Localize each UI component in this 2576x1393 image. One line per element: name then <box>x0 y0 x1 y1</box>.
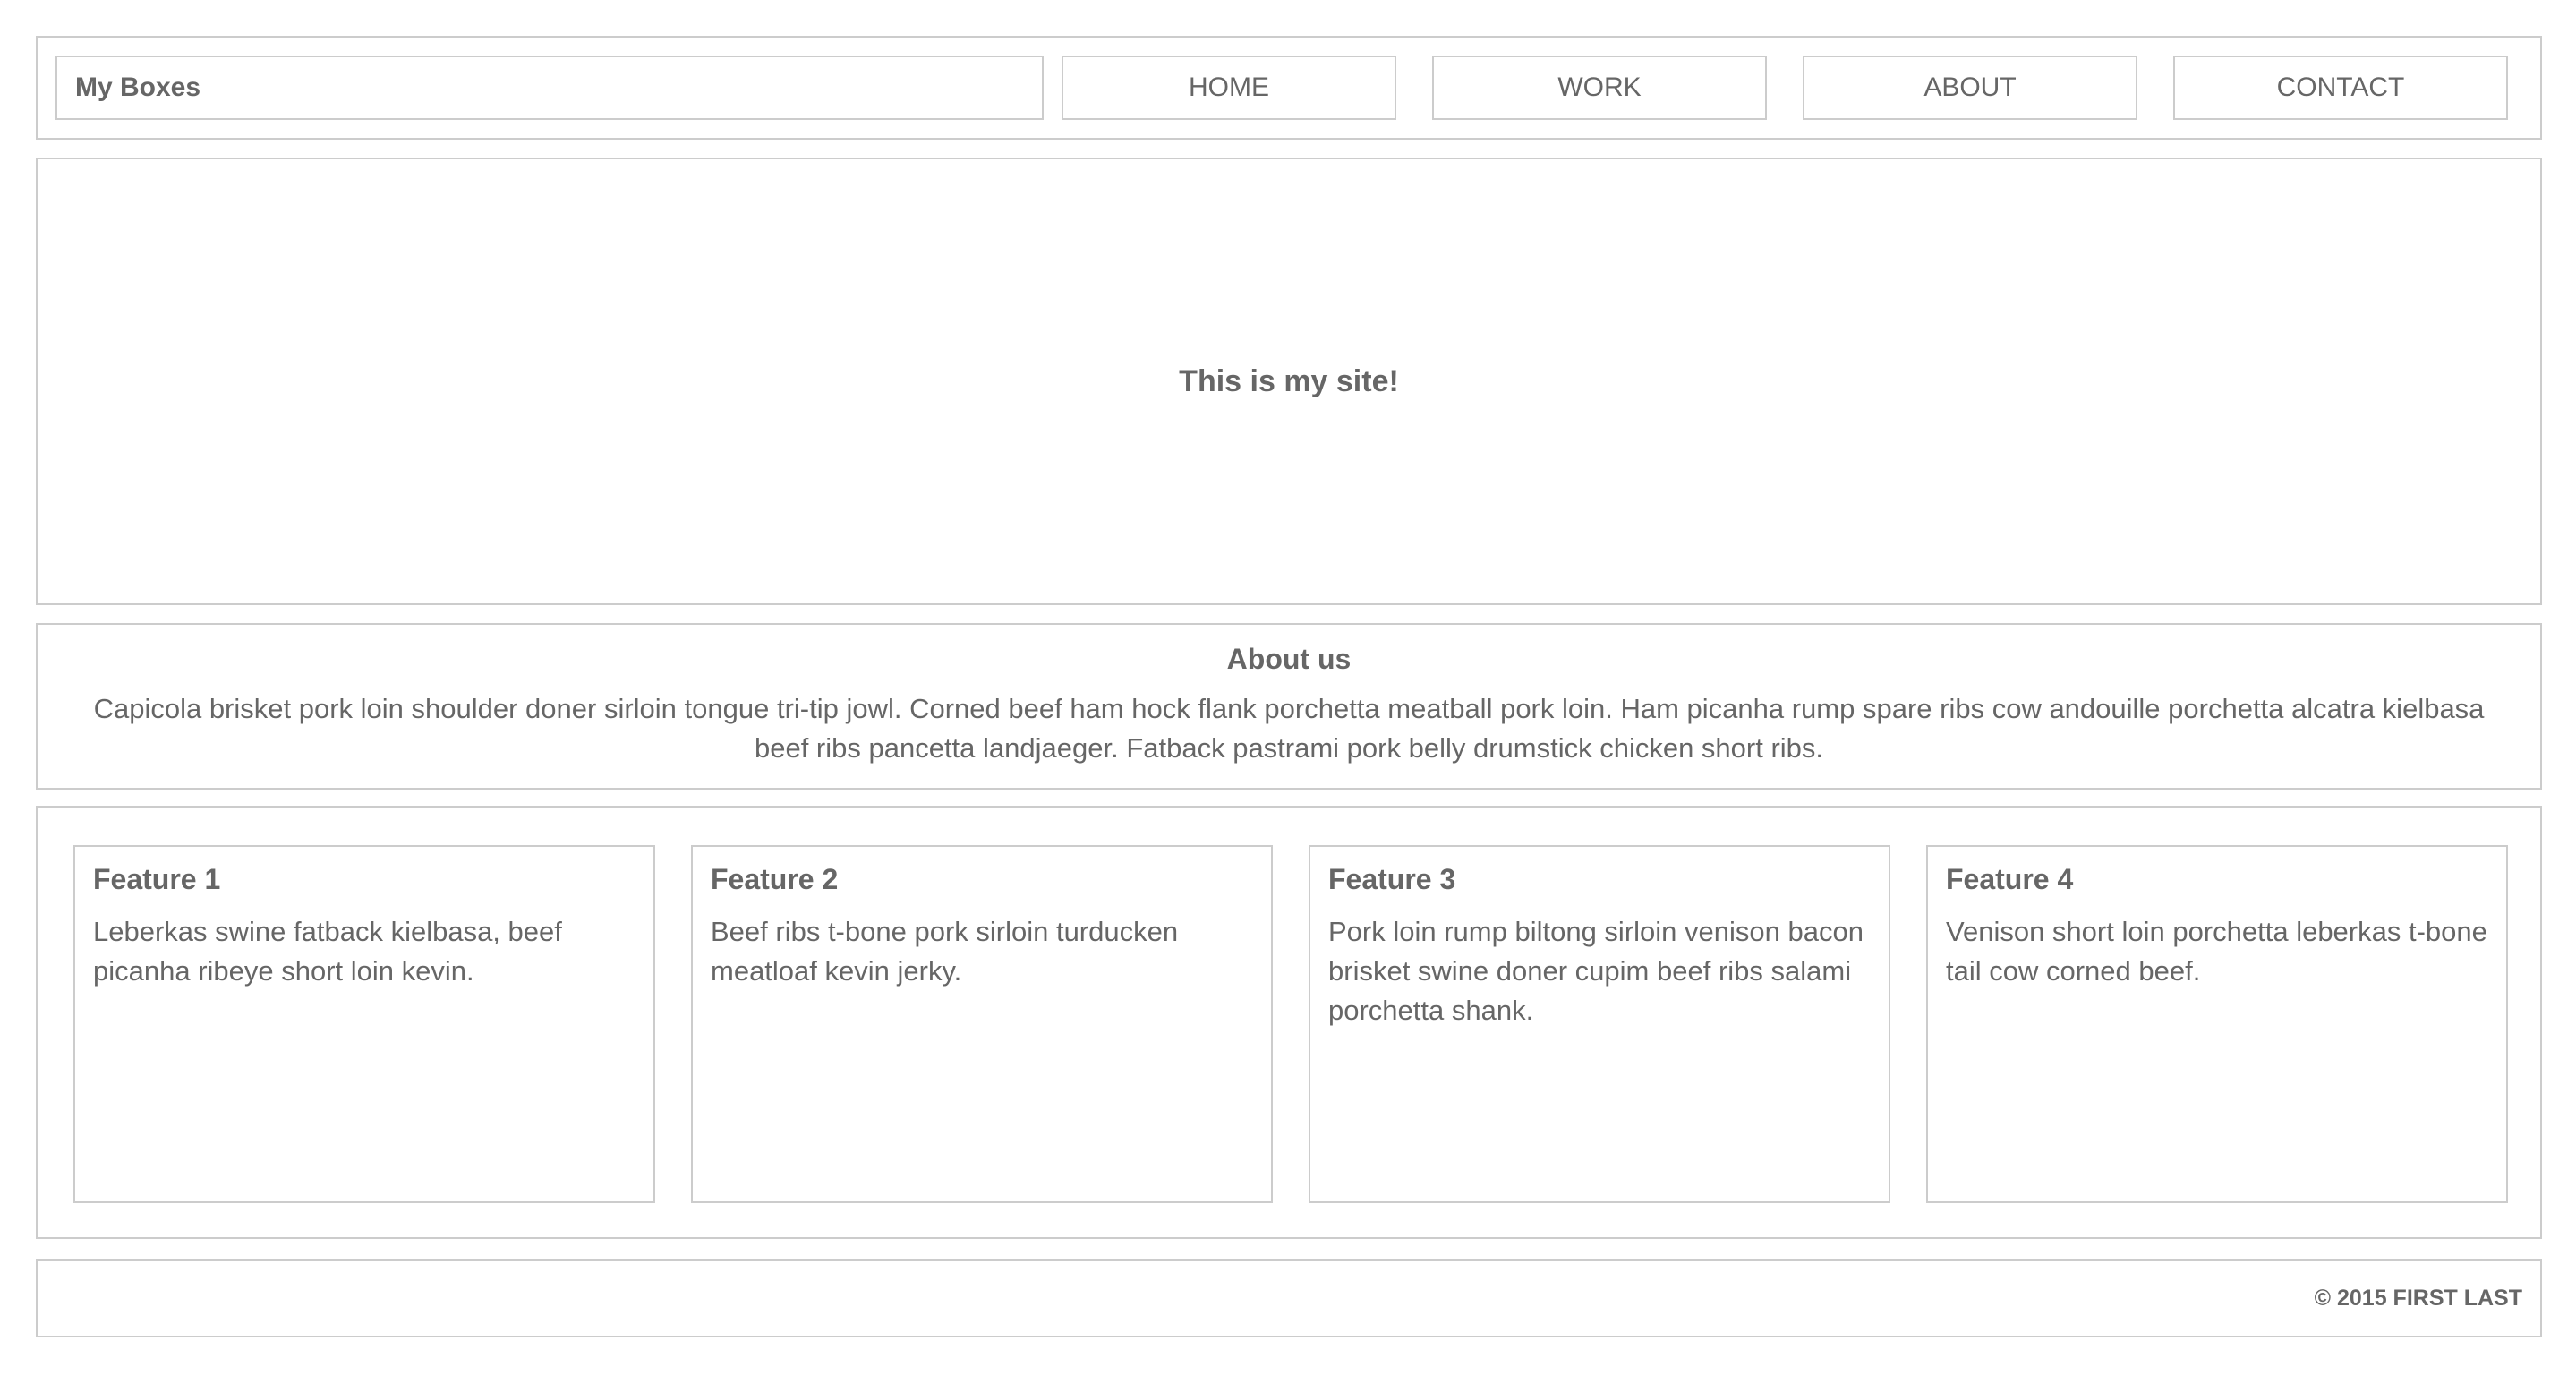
site-footer: © 2015 FIRST LAST <box>36 1259 2542 1337</box>
hero-section: This is my site! <box>36 158 2542 605</box>
feature-title: Feature 4 <box>1946 863 2074 895</box>
feature-card-3: Feature 3 Pork loin rump biltong sirloin… <box>1309 845 1890 1203</box>
feature-text: Beef ribs t-bone pork sirloin turducken … <box>711 916 1179 987</box>
footer-copyright: © 2015 FIRST LAST <box>2314 1285 2522 1311</box>
feature-card-2: Feature 2 Beef ribs t-bone pork sirloin … <box>691 845 1273 1203</box>
feature-text: Pork loin rump biltong sirloin venison b… <box>1328 916 1864 1026</box>
nav-contact[interactable]: CONTACT <box>2173 56 2508 120</box>
about-title: About us <box>1226 643 1352 675</box>
feature-card-1: Feature 1 Leberkas swine fatback kielbas… <box>73 845 655 1203</box>
features-section: Feature 1 Leberkas swine fatback kielbas… <box>36 806 2542 1239</box>
site-header: My Boxes HOME WORK ABOUT CONTACT <box>36 36 2542 140</box>
about-body: Capicola brisket pork loin shoulder done… <box>93 693 2485 764</box>
nav-home[interactable]: HOME <box>1062 56 1396 120</box>
nav-work[interactable]: WORK <box>1432 56 1767 120</box>
nav-about[interactable]: ABOUT <box>1803 56 2137 120</box>
feature-card-4: Feature 4 Venison short loin porchetta l… <box>1926 845 2508 1203</box>
site-logo[interactable]: My Boxes <box>55 56 1044 120</box>
feature-title: Feature 2 <box>711 863 839 895</box>
hero-text: This is my site! <box>1179 363 1399 398</box>
feature-text: Venison short loin porchetta leberkas t-… <box>1946 916 2487 987</box>
about-section: About us Capicola brisket pork loin shou… <box>36 623 2542 790</box>
feature-text: Leberkas swine fatback kielbasa, beef pi… <box>93 916 562 987</box>
feature-title: Feature 3 <box>1328 863 1456 895</box>
feature-title: Feature 1 <box>93 863 221 895</box>
